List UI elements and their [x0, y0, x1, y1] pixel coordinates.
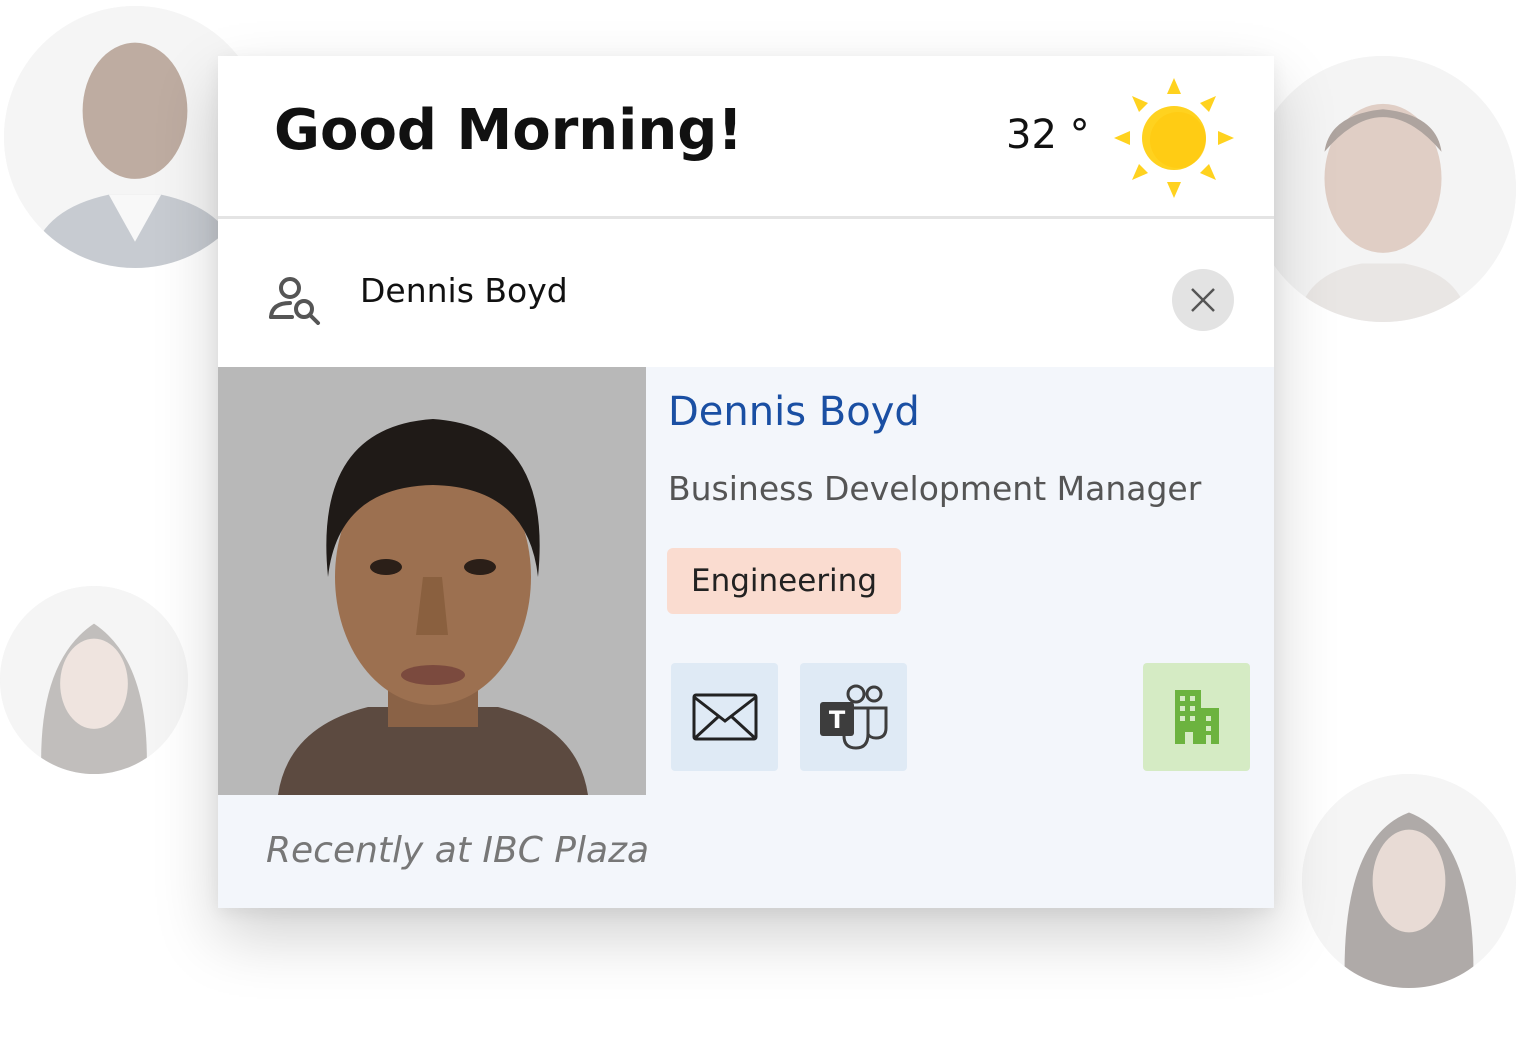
person-result-card[interactable]: Dennis Boyd Business Development Manager…: [218, 367, 1274, 908]
svg-text:T: T: [828, 706, 845, 734]
person-search-icon: [269, 277, 320, 325]
person-job-title: Business Development Manager: [668, 469, 1202, 508]
teams-icon: T: [819, 684, 887, 750]
temperature-readout: 32 °: [1006, 112, 1090, 158]
person-search-bar[interactable]: Dennis Boyd: [218, 219, 1274, 367]
greeting-header: Good Morning! 32 °: [218, 56, 1274, 219]
search-input[interactable]: Dennis Boyd: [360, 271, 568, 310]
building-icon: [1174, 690, 1219, 744]
recent-location-note: Recently at IBC Plaza: [266, 830, 650, 871]
greeting-title: Good Morning!: [274, 98, 743, 163]
close-icon: [1191, 288, 1215, 312]
people-finder-card: Good Morning! 32 ° Dennis Boyd Dennis Bo…: [218, 56, 1274, 908]
person-photo: [218, 367, 646, 795]
person-name-link[interactable]: Dennis Boyd: [668, 389, 920, 435]
mail-icon: [692, 693, 757, 741]
email-button[interactable]: [671, 663, 778, 771]
background-avatar-woman-long-hair: [1302, 774, 1516, 988]
sun-icon: [1114, 78, 1234, 198]
background-avatar-man-smiling: [1250, 56, 1516, 322]
background-avatar-woman: [0, 586, 188, 774]
clear-search-button[interactable]: [1172, 269, 1234, 331]
office-location-button[interactable]: [1143, 663, 1250, 771]
department-badge: Engineering: [667, 548, 901, 614]
teams-button[interactable]: T: [800, 663, 907, 771]
